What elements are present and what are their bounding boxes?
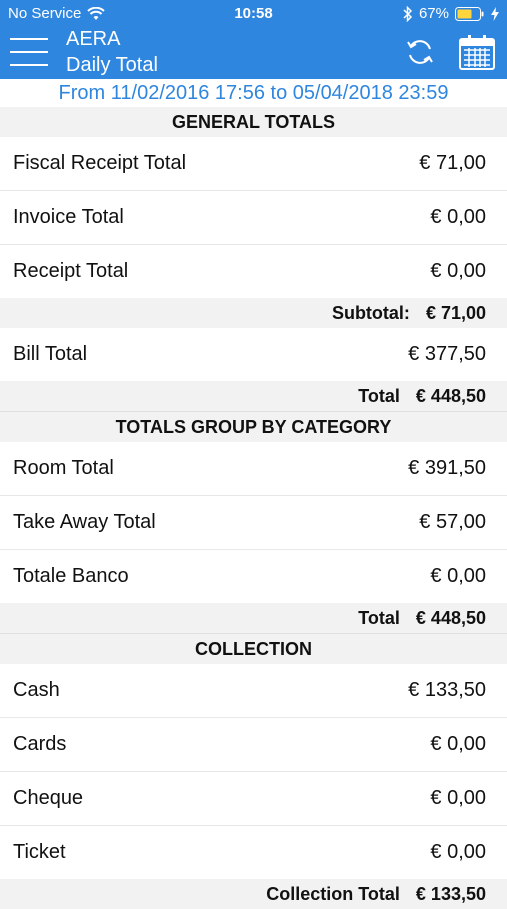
category-total-row: Total € 448,50 <box>0 603 507 633</box>
total-value: € 133,50 <box>415 883 486 904</box>
row-value: € 0,00 <box>430 260 486 282</box>
row-label: Take Away Total <box>13 511 156 533</box>
section-general-totals: GENERAL TOTALS <box>0 107 507 137</box>
row-take-away-total: Take Away Total € 57,00 <box>0 496 507 550</box>
row-label: Fiscal Receipt Total <box>13 152 187 174</box>
general-total-row: Total € 448,50 <box>0 381 507 411</box>
section-totals-by-category: TOTALS GROUP BY CATEGORY <box>0 411 507 442</box>
row-label: Totale Banco <box>13 565 129 587</box>
battery-icon <box>455 6 484 21</box>
row-room-total: Room Total € 391,50 <box>0 442 507 496</box>
status-bar: No Service 10:58 67% <box>0 0 507 28</box>
row-value: € 0,00 <box>430 787 486 809</box>
row-value: € 0,00 <box>430 841 486 863</box>
row-value: € 0,00 <box>430 206 486 228</box>
row-value: € 71,00 <box>419 152 486 174</box>
row-label: Receipt Total <box>13 260 129 282</box>
collection-total-row: Collection Total € 133,50 <box>0 879 507 909</box>
total-value: € 448,50 <box>415 385 486 406</box>
row-invoice-total: Invoice Total € 0,00 <box>0 191 507 245</box>
total-label: Collection Total <box>266 883 400 904</box>
row-totale-banco: Totale Banco € 0,00 <box>0 550 507 603</box>
row-label: Cheque <box>13 787 84 809</box>
date-range: From 11/02/2016 17:56 to 05/04/2018 23:5… <box>58 82 449 104</box>
row-ticket: Ticket € 0,00 <box>0 826 507 879</box>
row-label: Bill Total <box>13 343 88 365</box>
subtotal-row: Subtotal: € 71,00 <box>0 298 507 328</box>
row-value: € 133,50 <box>408 679 486 701</box>
refresh-icon[interactable] <box>404 36 436 68</box>
row-label: Cards <box>13 733 67 755</box>
row-value: € 391,50 <box>408 457 486 479</box>
section-collection: COLLECTION <box>0 633 507 664</box>
screen-title: Daily Total <box>66 54 158 76</box>
total-value: € 448,50 <box>415 607 486 628</box>
row-value: € 57,00 <box>419 511 486 533</box>
subtotal-label: Subtotal: <box>331 302 410 323</box>
row-value: € 0,00 <box>430 565 486 587</box>
battery-percent: 67% <box>418 5 449 22</box>
total-label: Total <box>358 385 400 406</box>
subtotal-value: € 71,00 <box>425 302 486 323</box>
app-name: AERA <box>66 28 121 50</box>
total-label: Total <box>358 607 400 628</box>
row-receipt-total: Receipt Total € 0,00 <box>0 245 507 298</box>
row-cheque: Cheque € 0,00 <box>0 772 507 826</box>
row-cards: Cards € 0,00 <box>0 718 507 772</box>
calendar-icon[interactable] <box>458 33 496 71</box>
hamburger-icon[interactable] <box>10 38 48 66</box>
charging-icon <box>491 6 499 21</box>
row-cash: Cash € 133,50 <box>0 664 507 718</box>
row-label: Cash <box>13 679 60 701</box>
status-right: 67% <box>403 5 499 22</box>
row-bill-total: Bill Total € 377,50 <box>0 328 507 381</box>
row-value: € 0,00 <box>430 733 486 755</box>
top-bar: No Service 10:58 67% AERA Daily Total <box>0 0 507 79</box>
row-label: Room Total <box>13 457 114 479</box>
row-value: € 377,50 <box>408 343 486 365</box>
totals-list: GENERAL TOTALS Fiscal Receipt Total € 71… <box>0 107 507 909</box>
row-label: Invoice Total <box>13 206 124 228</box>
row-label: Ticket <box>13 841 66 863</box>
row-fiscal-receipt-total: Fiscal Receipt Total € 71,00 <box>0 137 507 191</box>
bluetooth-icon <box>403 5 413 22</box>
